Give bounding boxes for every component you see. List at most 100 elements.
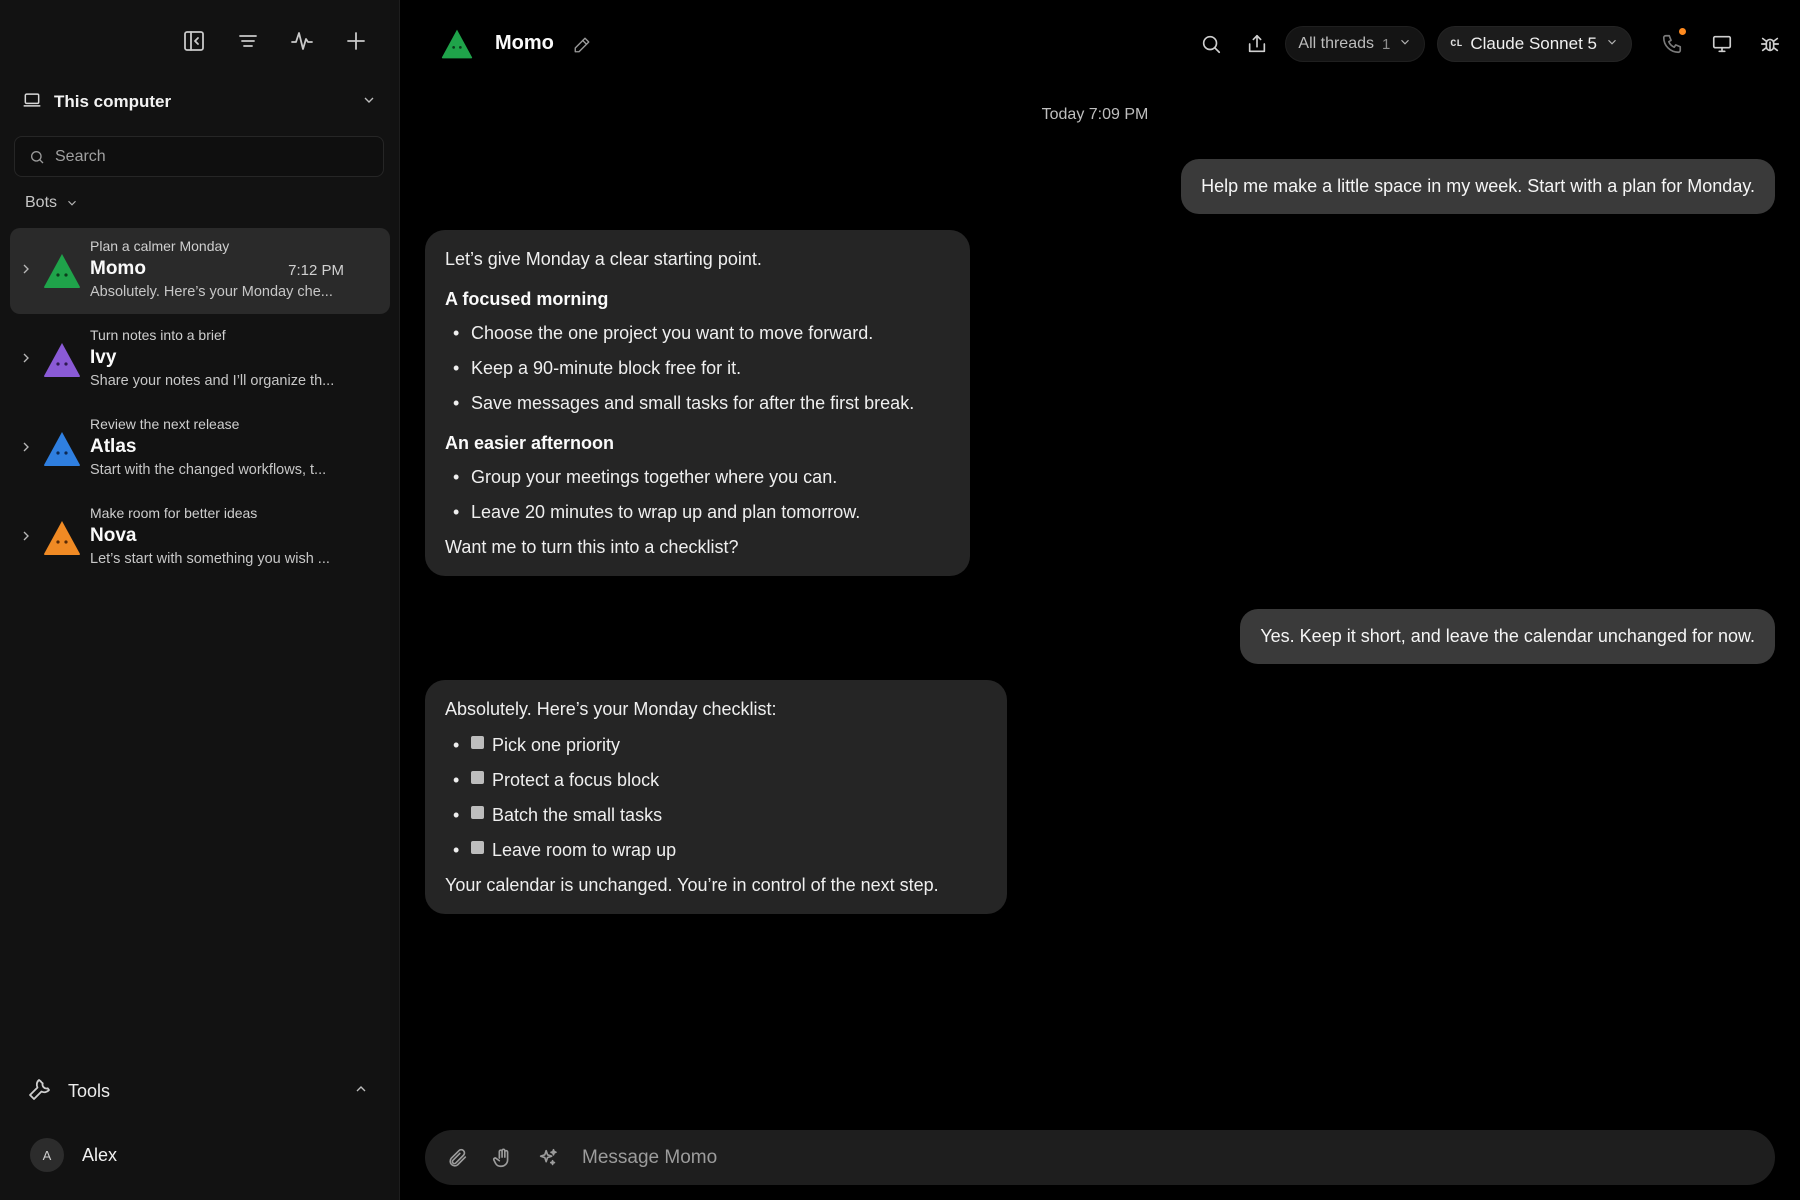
checklist-item: Protect a focus block	[453, 769, 987, 791]
list-item: Leave 20 minutes to wrap up and plan tom…	[453, 501, 950, 523]
bots-section-label: Bots	[25, 194, 58, 211]
message-text: Your calendar is unchanged. You’re in co…	[445, 875, 939, 895]
sparkle-button[interactable]	[533, 1143, 563, 1173]
attach-button[interactable]	[443, 1143, 473, 1173]
user-message: Yes. Keep it short, and leave the calend…	[1240, 609, 1775, 664]
bots-section-header[interactable]: Bots	[25, 194, 79, 212]
checkbox[interactable]	[471, 806, 484, 819]
plus-icon	[347, 32, 365, 50]
chat-timestamp: Today 7:09 PM	[1041, 106, 1149, 123]
list-item: Group your meetings together where you c…	[453, 466, 950, 488]
bot-item-nova[interactable]: Make room for better ideas Nova Let’s st…	[10, 495, 390, 581]
notification-dot	[1679, 28, 1686, 35]
message-list: Group your meetings together where you c…	[445, 466, 950, 523]
bot-item-momo[interactable]: Plan a calmer Monday Momo 7:12 PM Absolu…	[10, 228, 390, 314]
chevron-right-icon[interactable]	[18, 261, 34, 277]
checklist-item: Batch the small tasks	[453, 804, 987, 826]
model-badge: CL	[1450, 38, 1463, 50]
bot-preview: Let’s start with something you wish ...	[90, 551, 330, 567]
laptop-icon	[22, 90, 42, 115]
checkbox[interactable]	[471, 841, 484, 854]
list-item: Keep a 90-minute block free for it.	[453, 357, 950, 379]
sidebar-toolbar	[179, 26, 371, 56]
share-button[interactable]	[1239, 26, 1275, 62]
message-text: Let’s give Monday a clear starting point…	[445, 249, 762, 269]
hand-button[interactable]	[488, 1143, 518, 1173]
checklist: Pick one priority Protect a focus block …	[445, 734, 987, 861]
bot-list: Plan a calmer Monday Momo 7:12 PM Absolu…	[10, 228, 390, 584]
pencil-icon	[574, 37, 590, 53]
checklist-label: Leave room to wrap up	[492, 840, 677, 860]
debug-button[interactable]	[1752, 26, 1788, 62]
bot-subtitle: Make room for better ideas	[90, 505, 258, 521]
chevron-down-icon	[68, 200, 76, 206]
call-button[interactable]	[1654, 26, 1690, 62]
sidebar: This computer Bots Plan a calmer Monday …	[0, 0, 400, 1200]
bot-subtitle: Plan a calmer Monday	[90, 238, 230, 254]
bot-preview: Absolutely. Here’s your Monday che...	[90, 284, 333, 300]
activity-button[interactable]	[287, 26, 317, 56]
search-box	[14, 136, 384, 177]
chat-panel: Momo All threads 1 CL Claude Sonnet 5 To…	[400, 0, 1800, 1200]
atlas-avatar-icon	[44, 432, 80, 466]
search-input[interactable]	[55, 147, 355, 166]
checklist-label: Pick one priority	[492, 735, 621, 755]
message-heading: A focused morning	[445, 289, 609, 309]
bot-name: Nova	[90, 525, 137, 546]
chevron-down-icon	[361, 92, 377, 113]
share-icon	[1249, 34, 1266, 53]
list-item: Choose the one project you want to move …	[453, 322, 950, 344]
workspace-selector[interactable]: This computer	[22, 86, 377, 118]
message-composer	[425, 1130, 1775, 1185]
search-button[interactable]	[1193, 26, 1229, 62]
message-input[interactable]	[582, 1146, 1775, 1169]
checkbox[interactable]	[471, 771, 484, 784]
threads-dropdown[interactable]: All threads 1	[1285, 26, 1426, 62]
bot-item-atlas[interactable]: Review the next release Atlas Start with…	[10, 406, 390, 492]
sparkle-icon	[539, 1148, 557, 1165]
chevron-right-icon[interactable]	[18, 439, 34, 455]
header-actions: All threads 1 CL Claude Sonnet 5	[1193, 26, 1788, 62]
screen-button[interactable]	[1704, 26, 1740, 62]
hand-icon	[493, 1148, 509, 1167]
list-icon	[239, 35, 257, 47]
sidebar-toggle-icon	[184, 31, 204, 51]
threads-count: 1	[1381, 35, 1391, 53]
checklist-item: Leave room to wrap up	[453, 839, 987, 861]
message-heading: An easier afternoon	[445, 433, 615, 453]
bot-time: 7:12 PM	[288, 262, 344, 279]
wrench-icon	[28, 1077, 52, 1106]
threads-list-button[interactable]	[233, 26, 263, 56]
message-text: Want me to turn this into a checklist?	[445, 537, 739, 557]
momo-avatar-icon	[44, 254, 80, 288]
nova-avatar-icon	[44, 521, 80, 555]
bot-preview: Share your notes and I’ll organize th...	[90, 373, 335, 389]
search-icon	[1203, 35, 1221, 54]
chevron-up-icon	[353, 1081, 369, 1102]
new-thread-button[interactable]	[341, 26, 371, 56]
message-text: Absolutely. Here’s your Monday checklist…	[445, 699, 777, 719]
model-selector[interactable]: CL Claude Sonnet 5	[1437, 26, 1632, 62]
chevron-right-icon[interactable]	[18, 528, 34, 544]
user-name: Alex	[82, 1144, 118, 1165]
checkbox[interactable]	[471, 736, 484, 749]
chevron-right-icon[interactable]	[18, 350, 34, 366]
tools-section[interactable]: Tools	[28, 1076, 369, 1106]
bot-item-ivy[interactable]: Turn notes into a brief Ivy Share your n…	[10, 317, 390, 403]
user-message: Help me make a little space in my week. …	[1181, 159, 1775, 214]
list-item: Save messages and small tasks for after …	[453, 392, 950, 414]
activity-icon	[291, 32, 313, 50]
bot-subtitle: Turn notes into a brief	[90, 327, 226, 343]
bot-name: Momo	[90, 258, 146, 279]
checklist-label: Batch the small tasks	[492, 805, 663, 825]
bot-message: Let’s give Monday a clear starting point…	[425, 230, 970, 576]
momo-avatar-icon	[441, 29, 473, 59]
bot-name: Atlas	[90, 436, 137, 457]
bot-name: Ivy	[90, 347, 117, 368]
user-profile[interactable]: A Alex	[30, 1138, 117, 1172]
bot-message: Absolutely. Here’s your Monday checklist…	[425, 680, 1007, 914]
page-title: Momo	[495, 32, 554, 54]
sidebar-toggle-button[interactable]	[179, 26, 209, 56]
edit-title-button[interactable]	[573, 36, 591, 54]
bot-preview: Start with the changed workflows, t...	[90, 462, 327, 478]
